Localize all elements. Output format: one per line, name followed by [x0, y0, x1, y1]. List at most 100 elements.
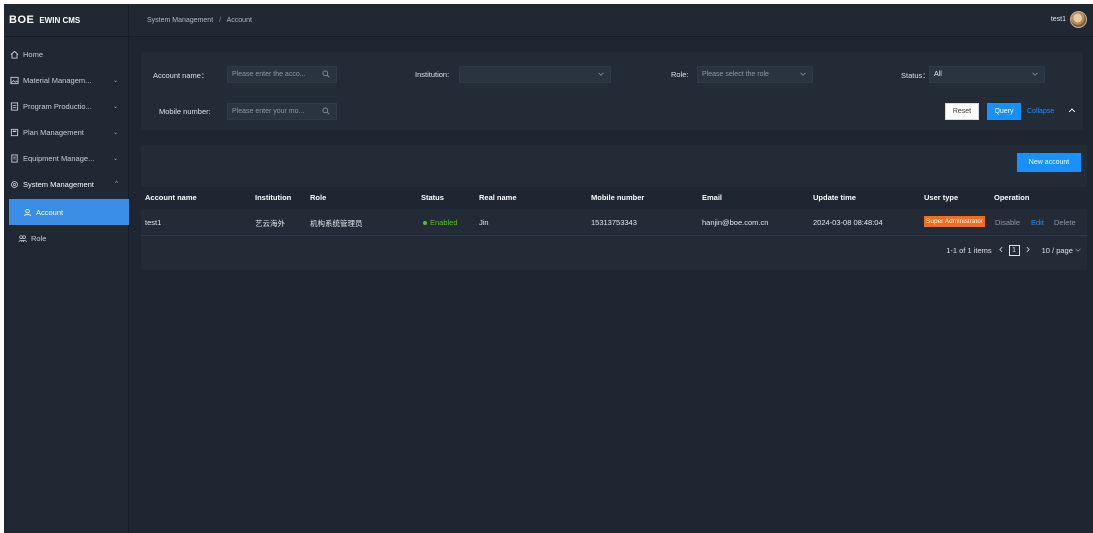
cell-email: hanjin@boe.com.cn — [702, 218, 769, 227]
disable-link[interactable]: Disable — [995, 218, 1020, 227]
page-size-value: 10 / page — [1041, 246, 1073, 255]
sidebar-item-label: Equipment Manage... — [23, 153, 95, 163]
pagination: 1-1 of 1 items 1 10 / page — [946, 245, 1081, 256]
status-label: Status： — [901, 71, 930, 80]
cell-account-name: test1 — [145, 218, 162, 227]
page-size-select[interactable]: 10 / page — [1042, 246, 1081, 255]
query-button[interactable]: Query — [987, 103, 1021, 120]
chevron-down-icon: ⌄ — [112, 103, 118, 110]
sidebar-item-label: System Management — [23, 179, 94, 189]
cell-institution: 艺云海外 — [255, 219, 285, 228]
account-name-input[interactable]: Please enter the acco... — [227, 66, 337, 83]
breadcrumb-item-system-management[interactable]: System Management — [147, 17, 213, 24]
page-button-current[interactable]: 1 — [1008, 245, 1020, 256]
pagination-summary: 1-1 of 1 items — [946, 246, 992, 255]
institution-select[interactable] — [459, 66, 611, 83]
column-header-role: Role — [310, 193, 327, 202]
search-icon — [322, 107, 330, 117]
user-menu[interactable]: test1 — [1051, 11, 1087, 28]
collapse-label: Collapse — [1027, 108, 1055, 115]
user-type-badge: Super Administrator — [924, 216, 986, 227]
column-header-user-type: User type — [924, 193, 959, 202]
breadcrumb: System Management / Account — [147, 17, 252, 24]
chevron-down-icon — [598, 71, 604, 79]
search-filter-panel: Account name： Please enter the acco... I… — [141, 52, 1083, 130]
brand: BOE EWIN CMS — [4, 4, 128, 37]
chevron-down-icon — [1075, 246, 1081, 255]
app-window: BOE EWIN CMS Home Material Managem... ⌄ — [0, 0, 1093, 533]
chevron-up-icon[interactable] — [1068, 107, 1076, 116]
sidebar-item-material-management[interactable]: Material Managem... ⌄ — [4, 67, 128, 93]
status-badge: Enabled — [423, 218, 458, 227]
sidebar: BOE EWIN CMS Home Material Managem... ⌄ — [4, 4, 129, 533]
cell-update-time: 2024-03-08 08:48:04 — [813, 218, 883, 227]
account-name-placeholder: Please enter the acco... — [232, 71, 306, 78]
brand-logo: BOE — [9, 14, 35, 26]
next-page-icon[interactable] — [1025, 246, 1031, 255]
column-header-status: Status — [421, 193, 444, 202]
sidebar-item-label: Home — [23, 49, 44, 59]
role-select[interactable]: Please select the role — [697, 66, 813, 83]
chevron-down-icon: ⌄ — [112, 77, 118, 84]
reset-button[interactable]: Reset — [945, 103, 979, 120]
sidebar-item-home[interactable]: Home — [4, 41, 128, 67]
sidebar-item-label: Plan Management — [23, 127, 84, 137]
document-icon — [10, 101, 19, 111]
table-header: Account name Institution Role Status Rea… — [141, 187, 1087, 209]
column-header-operation: Operation — [994, 193, 1030, 202]
column-header-account-name: Account name — [145, 193, 197, 202]
breadcrumb-separator: / — [219, 16, 222, 24]
image-icon — [10, 76, 19, 85]
mobile-number-input[interactable]: Please enter your mo... — [227, 103, 337, 120]
chevron-down-icon: ⌄ — [112, 155, 118, 162]
sidebar-item-label: Role — [31, 233, 47, 243]
edit-link[interactable]: Edit — [1031, 218, 1044, 227]
sidebar-item-label: Material Managem... — [23, 75, 92, 85]
column-header-institution: Institution — [255, 193, 292, 202]
sidebar-item-role[interactable]: Role — [4, 225, 128, 251]
group-icon — [18, 234, 27, 243]
app-name: EWIN CMS — [39, 15, 81, 25]
sidebar-item-label: Account — [36, 207, 64, 217]
calendar-icon — [10, 128, 19, 137]
avatar[interactable] — [1070, 11, 1087, 28]
chevron-up-icon: ^ — [115, 181, 118, 187]
sidebar-item-equipment-management[interactable]: Equipment Manage... ⌄ — [4, 145, 128, 171]
chevron-down-icon: ⌄ — [112, 129, 118, 136]
prev-page-icon[interactable] — [998, 246, 1004, 255]
status-select[interactable]: All — [929, 66, 1045, 83]
status-dot — [423, 221, 427, 226]
chevron-down-icon — [1032, 71, 1038, 79]
user-name[interactable]: test1 — [1051, 16, 1066, 23]
institution-label: Institution: — [415, 70, 450, 79]
column-header-mobile-number: Mobile number — [591, 193, 645, 202]
gear-icon — [10, 180, 19, 189]
home-icon — [10, 50, 19, 59]
sidebar-item-plan-management[interactable]: Plan Management ⌄ — [4, 119, 128, 145]
device-icon — [10, 153, 19, 163]
sidebar-item-account[interactable]: Account — [9, 199, 129, 225]
cell-role: 机构系统管理员 — [310, 219, 363, 228]
account-table-panel: New account Account name Institution Rol… — [141, 145, 1087, 270]
user-icon — [23, 208, 32, 217]
role-placeholder: Please select the role — [702, 71, 769, 78]
role-label: Role: — [671, 70, 689, 79]
search-icon — [322, 70, 330, 80]
collapse-button[interactable]: Collapse — [1027, 103, 1063, 120]
mobile-number-label: Mobile number: — [159, 107, 211, 116]
sidebar-item-program-production[interactable]: Program Productio... ⌄ — [4, 93, 128, 119]
app-frame: BOE EWIN CMS Home Material Managem... ⌄ — [4, 4, 1093, 533]
cell-real-name: Jin — [479, 218, 489, 227]
sidebar-item-label: Program Productio... — [23, 101, 92, 111]
column-header-email: Email — [702, 193, 723, 202]
new-account-button[interactable]: New account — [1017, 153, 1081, 172]
account-name-label: Account name： — [153, 71, 209, 80]
delete-link[interactable]: Delete — [1054, 218, 1076, 227]
sidebar-item-system-management[interactable]: System Management ^ — [4, 171, 128, 197]
status-value: All — [934, 71, 942, 78]
column-header-real-name: Real name — [479, 193, 517, 202]
chevron-down-icon — [800, 71, 806, 79]
column-header-update-time: Update time — [813, 193, 856, 202]
table-row: test1 艺云海外 机构系统管理员 Enabled Jin 153137533… — [141, 209, 1087, 236]
cell-mobile-number: 15313753343 — [591, 218, 637, 227]
